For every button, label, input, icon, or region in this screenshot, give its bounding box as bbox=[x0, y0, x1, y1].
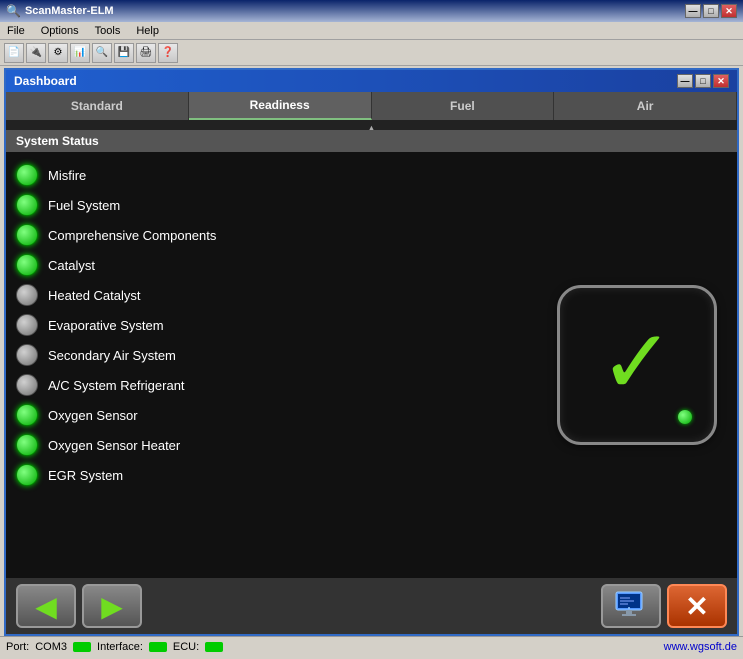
label-heated-catalyst: Heated Catalyst bbox=[48, 288, 141, 303]
label-o2-sensor: Oxygen Sensor bbox=[48, 408, 138, 423]
list-item: Fuel System bbox=[16, 192, 727, 218]
port-label: Port: bbox=[6, 641, 29, 653]
ecu-indicator bbox=[205, 642, 223, 652]
menu-tools[interactable]: Tools bbox=[92, 25, 124, 37]
main-title-bar: 🔍 ScanMaster-ELM — □ ✕ bbox=[0, 0, 743, 22]
label-ac-system: A/C System Refrigerant bbox=[48, 378, 185, 393]
list-item: Catalyst bbox=[16, 252, 727, 278]
title-bar-buttons: — □ ✕ bbox=[685, 4, 737, 18]
toolbar-btn-3[interactable]: ⚙ bbox=[48, 43, 68, 63]
toolbar-btn-7[interactable]: 🖨 bbox=[136, 43, 156, 63]
toolbar-btn-8[interactable]: ❓ bbox=[158, 43, 178, 63]
checkmark-box: ✓ bbox=[557, 285, 717, 445]
main-maximize-button[interactable]: □ bbox=[703, 4, 719, 18]
label-secondary-air: Secondary Air System bbox=[48, 348, 176, 363]
website: www.wgsoft.de bbox=[664, 641, 737, 653]
label-evaporative: Evaporative System bbox=[48, 318, 164, 333]
dashboard-window: Dashboard — □ ✕ Standard Readiness Fuel … bbox=[4, 68, 739, 636]
system-status-label: System Status bbox=[16, 134, 99, 148]
title-bar-left: 🔍 ScanMaster-ELM bbox=[6, 4, 114, 18]
indicator-o2-sensor bbox=[16, 404, 38, 426]
interface-indicator bbox=[149, 642, 167, 652]
monitor-button[interactable] bbox=[601, 584, 661, 628]
toolbar: 📄 🔌 ⚙ 📊 🔍 💾 🖨 ❓ bbox=[0, 40, 743, 66]
system-status-bar: System Status bbox=[6, 130, 737, 152]
label-fuel-system: Fuel System bbox=[48, 198, 120, 213]
indicator-misfire bbox=[16, 164, 38, 186]
status-bar-right: www.wgsoft.de bbox=[664, 641, 737, 653]
menu-help[interactable]: Help bbox=[133, 25, 162, 37]
status-content: Misfire Fuel System Comprehensive Compon… bbox=[6, 152, 737, 578]
action-buttons: ✕ bbox=[601, 584, 727, 628]
toolbar-btn-6[interactable]: 💾 bbox=[114, 43, 134, 63]
label-egr: EGR System bbox=[48, 468, 123, 483]
tab-fuel[interactable]: Fuel bbox=[372, 92, 555, 120]
indicator-heated-catalyst bbox=[16, 284, 38, 306]
indicator-comprehensive bbox=[16, 224, 38, 246]
exit-icon: ✕ bbox=[685, 590, 708, 623]
list-item: Misfire bbox=[16, 162, 727, 188]
dash-close-button[interactable]: ✕ bbox=[713, 74, 729, 88]
label-comprehensive: Comprehensive Components bbox=[48, 228, 216, 243]
tab-readiness[interactable]: Readiness bbox=[189, 92, 372, 120]
dash-minimize-button[interactable]: — bbox=[677, 74, 693, 88]
app-icon: 🔍 bbox=[6, 4, 21, 18]
label-o2-heater: Oxygen Sensor Heater bbox=[48, 438, 180, 453]
menu-bar: File Options Tools Help bbox=[0, 22, 743, 40]
exit-button[interactable]: ✕ bbox=[667, 584, 727, 628]
main-minimize-button[interactable]: — bbox=[685, 4, 701, 18]
indicator-fuel-system bbox=[16, 194, 38, 216]
indicator-catalyst bbox=[16, 254, 38, 276]
dash-window-buttons: — □ ✕ bbox=[677, 74, 729, 88]
tab-standard[interactable]: Standard bbox=[6, 92, 189, 120]
monitor-icon bbox=[612, 587, 650, 625]
tab-air[interactable]: Air bbox=[554, 92, 737, 120]
interface-label: Interface: bbox=[97, 641, 143, 653]
port-indicator bbox=[73, 642, 91, 652]
indicator-secondary-air bbox=[16, 344, 38, 366]
list-item: Comprehensive Components bbox=[16, 222, 727, 248]
toolbar-btn-2[interactable]: 🔌 bbox=[26, 43, 46, 63]
menu-options[interactable]: Options bbox=[38, 25, 82, 37]
indicator-ac-system bbox=[16, 374, 38, 396]
main-close-button[interactable]: ✕ bbox=[721, 4, 737, 18]
toolbar-btn-4[interactable]: 📊 bbox=[70, 43, 90, 63]
dashboard-title: Dashboard bbox=[14, 74, 77, 88]
indicator-egr bbox=[16, 464, 38, 486]
label-misfire: Misfire bbox=[48, 168, 86, 183]
indicator-evaporative bbox=[16, 314, 38, 336]
checkmark-symbol: ✓ bbox=[599, 318, 674, 408]
back-icon: ◀ bbox=[35, 590, 57, 623]
label-catalyst: Catalyst bbox=[48, 258, 95, 273]
dashboard-title-bar: Dashboard — □ ✕ bbox=[6, 70, 737, 92]
forward-button[interactable]: ▶ bbox=[82, 584, 142, 628]
toolbar-btn-1[interactable]: 📄 bbox=[4, 43, 24, 63]
menu-file[interactable]: File bbox=[4, 25, 28, 37]
nav-buttons: ◀ ▶ bbox=[16, 584, 142, 628]
checkmark-dot bbox=[678, 410, 692, 424]
dash-maximize-button[interactable]: □ bbox=[695, 74, 711, 88]
back-button[interactable]: ◀ bbox=[16, 584, 76, 628]
list-item: EGR System bbox=[16, 462, 727, 488]
forward-icon: ▶ bbox=[101, 590, 123, 623]
indicator-o2-heater bbox=[16, 434, 38, 456]
tab-bar: Standard Readiness Fuel Air bbox=[6, 92, 737, 120]
ecu-label: ECU: bbox=[173, 641, 199, 653]
tab-indicator: ▲ bbox=[6, 120, 737, 130]
checkmark-inner: ✓ bbox=[560, 288, 714, 442]
status-bar: Port: COM3 Interface: ECU: www.wgsoft.de bbox=[0, 636, 743, 656]
app-title: ScanMaster-ELM bbox=[25, 5, 114, 17]
bottom-bar: ◀ ▶ bbox=[6, 578, 737, 634]
status-bar-left: Port: COM3 Interface: ECU: bbox=[6, 641, 223, 653]
content-area: Misfire Fuel System Comprehensive Compon… bbox=[6, 152, 737, 634]
port-value: COM3 bbox=[35, 641, 67, 653]
toolbar-btn-5[interactable]: 🔍 bbox=[92, 43, 112, 63]
